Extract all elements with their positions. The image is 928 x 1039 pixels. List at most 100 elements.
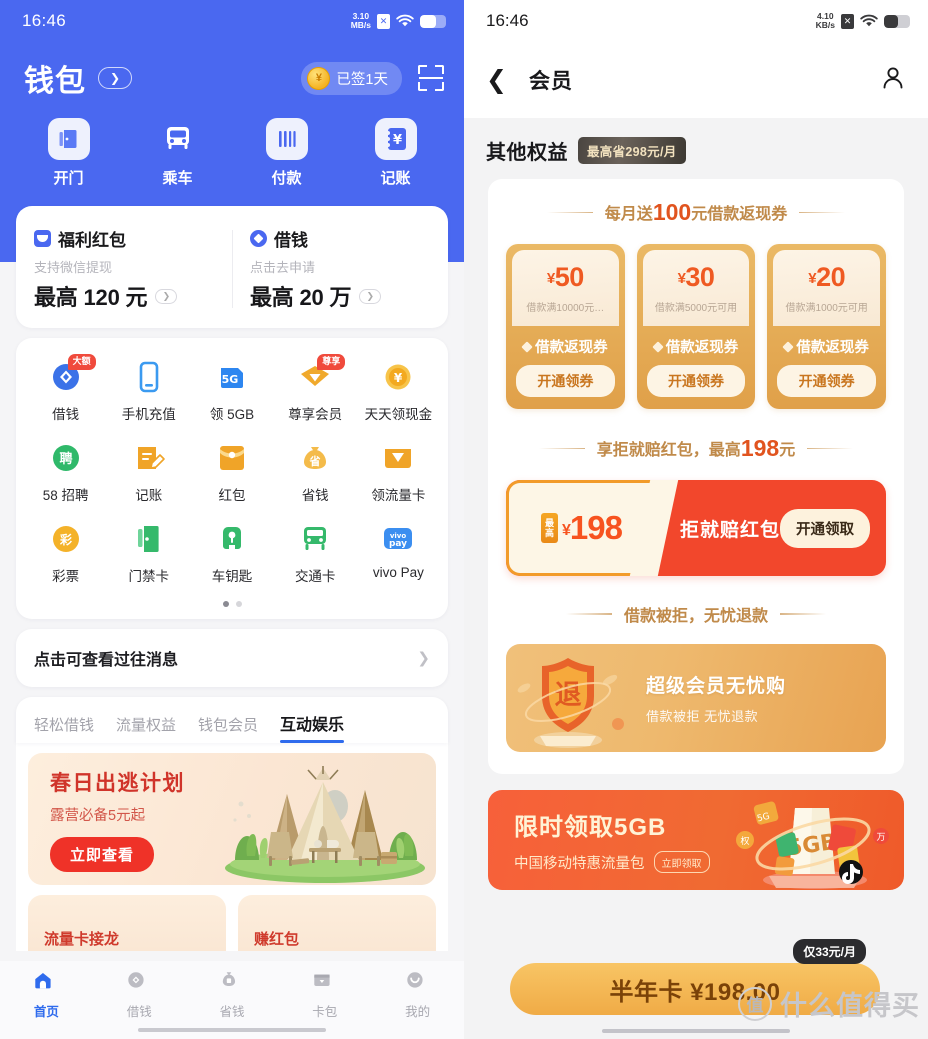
coupon-heading-text: 每月送100元借款返现券 [604,199,788,225]
tab-1[interactable]: 流量权益 [116,714,176,743]
benefit-loan[interactable]: 借钱 点击去申请 最高 20 万 ❯ [232,226,448,312]
signin-button[interactable]: ¥ 已签1天 [301,61,402,95]
grid-item-label: 借钱 [52,407,80,422]
grid-item-label: 领流量卡 [371,488,426,503]
grid-item-label: 手机充值 [121,407,176,422]
bottom-nav-item-1[interactable]: 借钱 [93,970,186,1020]
grid-item-6[interactable]: 记账 [107,433,190,510]
benefit-header: 借钱 [250,226,430,251]
quick-action-label: 开门 [53,170,84,187]
grid-item-13[interactable]: 交通卡 [274,514,357,591]
coupon-top: ¥20 借款满1000元可用 [773,250,881,326]
coupon-claim-button[interactable]: 开通领券 [646,365,746,397]
grid-item-2[interactable]: 5G 领 5GB [190,352,273,429]
grid-item-10[interactable]: 彩彩票 [24,514,107,591]
coupon-card-2[interactable]: ¥20 借款满1000元可用 借款返现券 开通领券 [767,244,887,409]
grid-item-label: 车钥匙 [211,569,253,584]
data-pack-banner[interactable]: 限时领取5GB 中国移动特惠流量包 立即领取 5GB 5G 权 万 [488,790,904,890]
wallet-title-group[interactable]: 钱包 ❯ [24,56,132,100]
person-icon[interactable] [880,65,906,96]
header-actions: ¥ 已签1天 [301,61,444,95]
barcode-icon [265,118,308,160]
divider-line-right [799,211,846,214]
grid-item-label: 交通卡 [294,569,336,584]
chevron-right-icon[interactable]: ❯ [155,288,178,304]
tab-0[interactable]: 轻松借钱 [34,714,94,743]
diamond-icon [521,340,533,353]
grid-item-1[interactable]: 手机充值 [107,352,190,429]
grid-item-5[interactable]: 聘 58 招聘 [24,433,107,510]
promo-cta-button[interactable]: 立即查看 [50,836,155,872]
grid-item-4[interactable]: ¥ 天天领现金 [357,352,440,429]
bottom-nav-item-2[interactable]: 省钱 [186,970,279,1020]
tab-2[interactable]: 钱包会员 [198,714,258,743]
svg-text:彩: 彩 [59,532,72,547]
home-indicator [602,1028,790,1033]
grid-item-3[interactable]: 尊享 尊享会员 [274,352,357,429]
ledger-yuan-icon: ¥ [374,118,417,160]
grid-item-9[interactable]: 领流量卡 [357,433,440,510]
coupon-card-0[interactable]: ¥50 借款满10000元… 借款返现券 开通领券 [506,244,625,409]
grid-item-8[interactable]: 省省钱 [274,433,357,510]
svg-text:¥: ¥ [394,371,403,385]
benefit-amount: 最高 120 元 [34,285,148,310]
coupon-card-1[interactable]: ¥30 借款满5000元可用 借款返现券 开通领券 [636,244,756,409]
mini-promo-card-1[interactable]: 赚红包 [238,895,436,951]
tab-3[interactable]: 互动娱乐 [280,711,345,743]
wifi-icon [396,14,414,28]
bottom-nav-item-3[interactable]: 卡包 [278,970,371,1020]
chevron-right-icon[interactable]: ❯ [359,288,382,304]
scan-qr-icon[interactable] [418,65,444,91]
grid-item-12[interactable]: 车钥匙 [190,514,273,591]
grid-item-0[interactable]: 大额 借钱 [24,352,107,429]
mini-promo-card-0[interactable]: 流量卡接龙 [28,895,226,951]
money-bag-icon [219,970,245,996]
benefits-card: 福利红包 支持微信提现 最高 120 元 ❯ 借钱 点击去申请 最高 20 万 … [16,206,448,328]
coupon-amount: ¥50 [546,262,584,292]
grid-item-label: 领 5GB [209,407,255,422]
coupon-condition: 借款满5000元可用 [654,303,738,314]
price-tip-badge: 仅33元/月 [793,939,866,964]
status-badge: 最高省298元/月 [578,137,686,164]
grid-item-label: 尊享会员 [288,407,343,422]
grid-item-11[interactable]: 门禁卡 [107,514,190,591]
quick-action-door[interactable]: 开门 [29,118,109,188]
bottom-nav-item-4[interactable]: 我的 [371,970,464,1020]
redbag-title: 拒就赔红包 [680,519,781,541]
loan-diamond-icon [250,230,267,247]
benefit-title: 借钱 [274,231,308,250]
pager-dot[interactable] [235,601,242,607]
redbag-heading-text: 享拒就赔红包，最高198元 [596,435,796,461]
data-card-icon [381,441,415,475]
grid-item-7[interactable]: 红包 [190,433,273,510]
bottom-nav-item-0[interactable]: 首页 [0,970,93,1020]
refund-guarantee-banner[interactable]: 退 超级会员无忧购 借款被拒 无忧退款 [506,644,886,752]
coupon-block-heading: 每月送100元借款返现券 [502,199,890,226]
svg-text:万: 万 [876,833,885,843]
coupon-top: ¥50 借款满10000元… [512,250,619,326]
benefit-red-packet[interactable]: 福利红包 支持微信提现 最高 120 元 ❯ [16,226,232,312]
pager-dot-active[interactable] [222,601,229,607]
transit-bus-icon [298,522,332,556]
redbag-banner[interactable]: 最高 ¥198 拒就赔红包 开通领取 [506,480,886,576]
coupon-claim-button[interactable]: 开通领券 [777,365,877,397]
back-chevron-icon[interactable]: ❮ [486,67,507,93]
grid-item-label: 天天领现金 [364,407,433,422]
coupon-claim-button[interactable]: 开通领券 [516,365,615,397]
status-bar-right: 16:46 4.10 KB/s ✕ [464,0,928,42]
grid-pager[interactable] [24,591,440,611]
promo-banner-spring[interactable]: 春日出逃计划 露营必备5元起 立即查看 [28,753,436,885]
redbag-claim-button[interactable]: 开通领取 [780,508,870,548]
purchase-button[interactable]: 半年卡 ¥198.00 [510,963,880,1015]
chevron-right-icon[interactable]: ❯ [98,67,132,89]
quick-action-label: 乘车 [162,170,193,187]
quick-action-ledger[interactable]: ¥ 记账 [356,118,436,188]
quick-action-bus[interactable]: 乘车 [138,118,218,188]
data-pack-illustration: 5GB 5G 权 万 [729,790,894,890]
past-messages-row[interactable]: 点击可查看过往消息 ❯ [16,629,448,687]
network-speed-indicator: 4.10 KB/s [815,11,835,30]
svg-text:¥: ¥ [392,133,401,148]
quick-action-pay[interactable]: 付款 [247,118,327,188]
data-pack-cta-pill[interactable]: 立即领取 [653,851,710,873]
grid-item-14[interactable]: vivo pay vivo Pay [357,514,440,591]
